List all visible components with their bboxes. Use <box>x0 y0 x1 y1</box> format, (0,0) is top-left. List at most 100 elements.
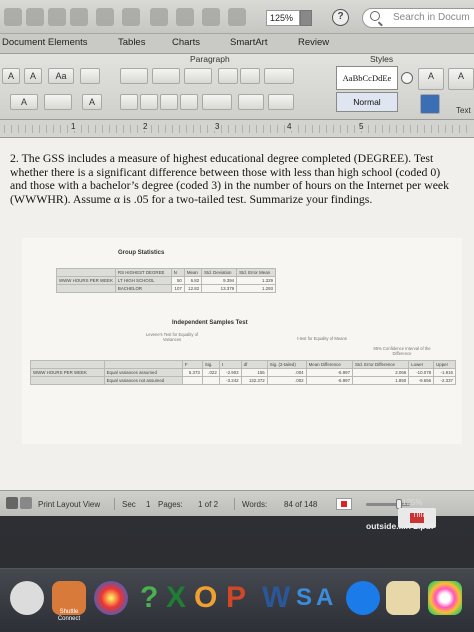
excel-icon[interactable]: X <box>166 581 186 615</box>
align-center-button[interactable] <box>140 94 158 110</box>
table-header: Sig. <box>201 360 220 369</box>
undo-icon[interactable] <box>96 8 114 26</box>
spss-a-icon[interactable]: A <box>316 581 333 615</box>
zoom-field[interactable]: 125% <box>266 10 300 26</box>
zoom-dropdown[interactable] <box>300 10 312 26</box>
search-icon <box>370 11 380 21</box>
print-icon[interactable] <box>70 8 88 26</box>
table-header: Lower <box>408 360 435 369</box>
word-icon[interactable]: W <box>262 581 290 615</box>
section-label: Sec <box>122 500 136 509</box>
table-row: BACHELOR 107 12.82 13.379 1.293 <box>56 284 276 293</box>
spelling-check-icon[interactable] <box>336 498 352 510</box>
group-paragraph-label: Paragraph <box>190 54 230 64</box>
table-header: t <box>218 360 242 369</box>
independent-samples-table: F Sig. t df Sig. (2-tailed) Mean Differe… <box>30 360 456 385</box>
download-zoom-label: 125% <box>402 498 423 507</box>
toolbox-icon[interactable] <box>228 8 246 26</box>
table-row: WWW HOURS PER WEEK LT HIGH SCHOOL 50 6.8… <box>56 276 276 285</box>
table-row: Equal variances not assumed -3.242 132.3… <box>30 376 456 385</box>
align-left-button[interactable] <box>120 94 138 110</box>
sidebar-icon[interactable] <box>176 8 194 26</box>
group-statistics-title: Group Statistics <box>118 250 165 256</box>
numbering-button[interactable] <box>152 68 180 84</box>
tab-tables[interactable]: Tables <box>118 37 145 48</box>
tab-review[interactable]: Review <box>298 37 329 48</box>
table-header: Upper <box>433 360 456 369</box>
table-header: Mean <box>183 268 203 277</box>
table-header: Mean Difference <box>305 360 354 369</box>
chrome-icon[interactable] <box>94 581 128 615</box>
gallery-icon[interactable] <box>202 8 220 26</box>
shading-button[interactable] <box>238 94 264 110</box>
text-box-button[interactable]: A <box>448 68 474 90</box>
screen: 125% ? Search in Docum Document Elements… <box>0 0 474 632</box>
table-header: Sig. (2-tailed) <box>266 360 307 369</box>
powerpoint-icon[interactable]: P <box>226 581 246 615</box>
bullets-button[interactable] <box>120 68 148 84</box>
table-row: WWW HOURS PER WEEK Equal variances assum… <box>30 368 456 377</box>
styles-pane-button[interactable]: A <box>418 68 444 90</box>
ribbon-tabs: Document Elements Tables Charts SmartArt… <box>0 34 474 54</box>
clear-formatting-button[interactable] <box>80 68 100 84</box>
ci-header: 95% Confidence Interval of the Differenc… <box>373 346 431 356</box>
redo-icon[interactable] <box>122 8 140 26</box>
group-styles-label: Styles <box>370 54 394 64</box>
group-statistics-table: RS HIGHEST DEGREE N Mean Std. Deviation … <box>56 268 276 293</box>
photos-app-icon[interactable] <box>386 581 420 615</box>
levene-header: Levene's Test for Equality of Variances <box>145 332 199 342</box>
justify-button[interactable] <box>180 94 198 110</box>
help-glyph-icon[interactable]: ? <box>140 581 158 615</box>
shuttle-connect-label: Shuttle Connect <box>57 609 81 622</box>
borders-button[interactable] <box>268 94 294 110</box>
help-button[interactable]: ? <box>332 9 349 26</box>
question-text[interactable]: 2. The GSS includes a measure of highest… <box>10 151 456 206</box>
ribbon: Paragraph Styles A A Aa A A AaBbCcDdEe N… <box>0 54 474 120</box>
app-store-icon[interactable] <box>346 581 380 615</box>
table-header: RS HIGHEST DEGREE <box>114 268 172 277</box>
save-icon[interactable] <box>48 8 66 26</box>
table-header: df <box>240 360 268 369</box>
multilevel-list-button[interactable] <box>184 68 212 84</box>
grow-font-button[interactable]: A <box>2 68 20 84</box>
download-filename[interactable]: outside....n 2.pdf <box>366 521 434 531</box>
new-document-icon[interactable] <box>4 8 22 26</box>
pages-label: Pages: <box>158 500 183 509</box>
change-case-button[interactable]: Aa <box>48 68 74 84</box>
photos-icon[interactable] <box>428 581 462 615</box>
ruler[interactable]: 1 2 3 4 5 <box>0 120 474 138</box>
tab-charts[interactable]: Charts <box>172 37 200 48</box>
align-right-button[interactable] <box>160 94 178 110</box>
decrease-indent-button[interactable] <box>218 68 238 84</box>
styles-manager-icon[interactable] <box>420 94 440 114</box>
text-effect-button[interactable]: A <box>82 94 102 110</box>
table-header: Std. Deviation <box>201 268 238 277</box>
draft-view-icon[interactable] <box>6 497 18 509</box>
app-icon[interactable] <box>10 581 44 615</box>
tab-document-elements[interactable]: Document Elements <box>2 37 88 48</box>
increase-indent-button[interactable] <box>240 68 260 84</box>
circle-icon[interactable]: O <box>194 581 217 615</box>
layout-view-icon[interactable] <box>20 497 32 509</box>
download-label: Tiffa- <box>412 510 430 519</box>
ruler-mark: 5 <box>358 122 365 131</box>
line-spacing-button[interactable] <box>202 94 232 110</box>
spss-s-icon[interactable]: S <box>296 581 312 615</box>
document-page[interactable]: 2. The GSS includes a measure of highest… <box>0 138 474 490</box>
shrink-font-button[interactable]: A <box>24 68 42 84</box>
highlight-button[interactable] <box>44 94 72 110</box>
columns-button[interactable] <box>264 68 294 84</box>
style-gallery-preview[interactable]: AaBbCcDdEe <box>336 66 398 90</box>
spss-output-image: Group Statistics RS HIGHEST DEGREE N Mea… <box>22 238 462 444</box>
table-header: Std. Error Difference <box>352 360 410 369</box>
ruler-mark: 4 <box>286 122 293 131</box>
style-gallery-arrow-icon[interactable] <box>401 72 413 84</box>
ruler-mark: 3 <box>214 122 221 131</box>
style-gallery-name[interactable]: Normal <box>336 92 398 112</box>
font-color-button[interactable]: A <box>10 94 38 110</box>
dock: Shuttle Connect ? X O P W S A <box>0 568 474 632</box>
open-folder-icon[interactable] <box>26 8 44 26</box>
paragraph-marks-icon[interactable] <box>150 8 168 26</box>
tab-smartart[interactable]: SmartArt <box>230 37 267 48</box>
words-label: Words: <box>242 500 268 509</box>
